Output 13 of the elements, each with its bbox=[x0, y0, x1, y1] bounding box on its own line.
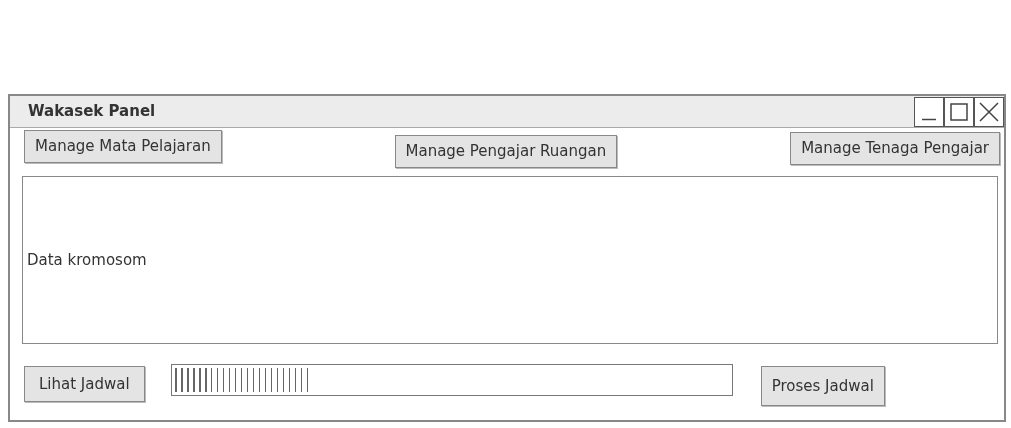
panel-text: Data kromosom bbox=[27, 249, 147, 271]
maximize-button[interactable] bbox=[944, 96, 974, 127]
process-schedule-button[interactable]: Proses Jadwal bbox=[760, 366, 885, 406]
close-icon bbox=[979, 101, 999, 122]
minimize-icon bbox=[922, 117, 936, 121]
close-button[interactable] bbox=[974, 96, 1004, 127]
window-title: Wakasek Panel bbox=[28, 101, 156, 123]
manage-button[interactable]: Manage Mata Pelajaran bbox=[24, 130, 222, 163]
manage-button[interactable]: Manage Tenaga Pengajar bbox=[790, 132, 1000, 165]
manage-button[interactable]: Manage Pengajar Ruangan bbox=[394, 135, 618, 168]
minimize-button[interactable] bbox=[914, 96, 944, 127]
view-schedule-button[interactable]: Lihat Jadwal bbox=[24, 366, 145, 402]
maximize-icon bbox=[950, 102, 968, 121]
